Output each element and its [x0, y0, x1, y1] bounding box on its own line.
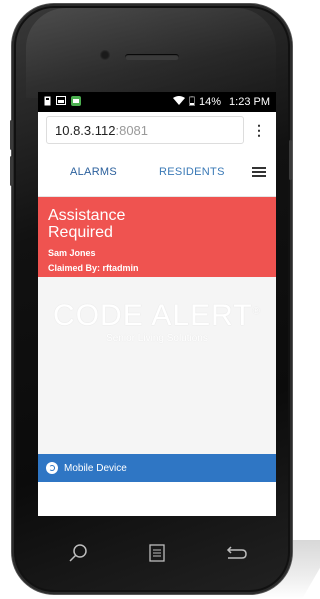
screen-bottom-area — [38, 482, 276, 516]
battery-percent: 14% — [199, 96, 222, 108]
photo-notification-icon — [56, 96, 66, 108]
url-host: 10.8.3.112 — [55, 122, 116, 138]
hamburger-menu-icon[interactable] — [252, 165, 266, 179]
url-field[interactable]: 10.8.3.112:8081 — [46, 116, 244, 144]
app-navbar: ALARMS RESIDENTS — [38, 148, 276, 197]
brand-logo: CODE ALERT® — [38, 299, 276, 333]
tab-alarms[interactable]: ALARMS — [70, 166, 117, 178]
footer-label: Mobile Device — [64, 462, 127, 474]
earpiece-speaker — [125, 54, 179, 60]
battery-icon — [189, 95, 195, 109]
search-icon[interactable] — [63, 538, 93, 568]
volume-up-button — [10, 120, 13, 150]
wifi-icon — [173, 95, 185, 109]
clock-time: 1:23 PM — [229, 96, 270, 108]
brand-tagline: Senior Living Solutions — [106, 333, 208, 344]
footer-bar: Mobile Device — [38, 454, 276, 482]
app-notification-icon — [71, 95, 81, 109]
alarm-title-line2: Required — [48, 224, 113, 241]
alarm-card[interactable]: Assistance Required Sam Jones Claimed By… — [38, 197, 276, 277]
browser-menu-icon[interactable]: ⋮ — [250, 122, 268, 139]
phone-gloss — [26, 8, 276, 98]
power-button — [289, 140, 292, 180]
browser-toolbar: 10.8.3.112:8081 ⋮ — [38, 112, 276, 148]
front-camera — [100, 50, 110, 60]
brand-watermark: CODE ALERT® Senior Living Solutions — [38, 299, 276, 344]
back-icon[interactable] — [221, 538, 251, 568]
phone-screen: 14% 1:23 PM 10.8.3.112:8081 ⋮ ALARMS RES… — [38, 92, 276, 516]
hardware-softkeys — [38, 528, 276, 578]
alarm-title-line1: Assistance — [48, 207, 126, 224]
alarm-resident-name: Sam Jones — [48, 248, 96, 258]
volume-down-button — [10, 156, 13, 186]
status-bar: 14% 1:23 PM — [38, 92, 276, 112]
device-icon — [46, 462, 58, 474]
tab-residents[interactable]: RESIDENTS — [159, 166, 225, 178]
sim-icon — [44, 96, 51, 109]
menu-icon[interactable] — [142, 538, 172, 568]
url-port: :8081 — [115, 122, 149, 138]
brand-registered-mark: ® — [252, 306, 261, 317]
alarm-claimed-by: Claimed By: rftadmin — [48, 263, 139, 273]
brand-logo-text: CODE ALERT — [53, 299, 253, 332]
